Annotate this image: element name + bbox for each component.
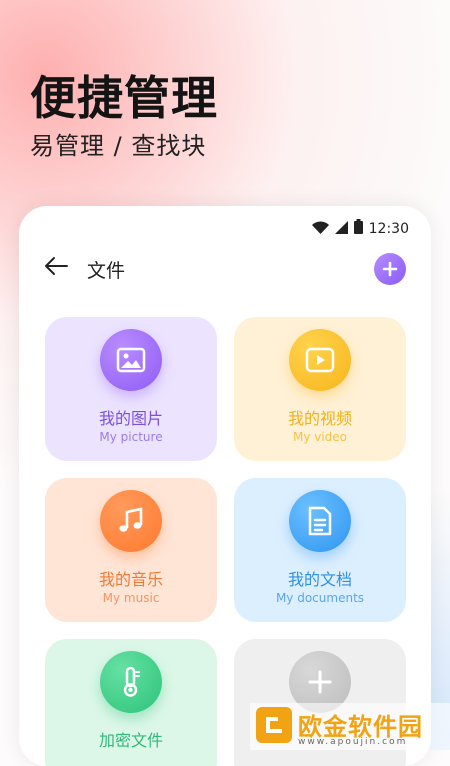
page-title: 文件: [87, 260, 126, 282]
category-label-cn: 我的图片: [98, 409, 163, 428]
play-icon: [289, 329, 351, 391]
hero-headline: 便捷管理: [30, 71, 218, 125]
category-label-cn: 我的视频: [287, 409, 352, 428]
status-time: 12:30: [368, 220, 409, 237]
category-label-en: My documents: [275, 591, 365, 605]
watermark: 欧金软件园 www.apoujin.com: [250, 703, 450, 750]
category-card-video[interactable]: 我的视频 My video: [234, 317, 406, 461]
battery-icon: [353, 219, 363, 238]
signal-icon: [334, 219, 348, 238]
status-bar: 12:30: [311, 219, 409, 238]
watermark-logo-icon: [256, 707, 292, 743]
add-button[interactable]: [374, 253, 406, 285]
category-card-documents[interactable]: 我的文档 My documents: [234, 478, 406, 622]
category-card-encrypted[interactable]: 加密文件: [45, 639, 217, 766]
category-card-picture[interactable]: 我的图片 My picture: [45, 317, 217, 461]
category-label-cn: 我的文档: [287, 570, 352, 589]
arrow-left-icon[interactable]: [43, 256, 69, 280]
phone-frame: 12:30 文件 我的图片 My picture 我的视频 My video 我…: [19, 206, 431, 766]
top-bar: 文件: [19, 250, 431, 290]
thermometer-lock-icon: [100, 651, 162, 713]
wifi-icon: [311, 219, 329, 238]
category-label-cn: 加密文件: [98, 731, 163, 750]
plus-icon: [382, 261, 398, 277]
image-icon: [100, 329, 162, 391]
category-label-en: My picture: [99, 430, 163, 444]
category-label-cn: 我的音乐: [98, 570, 163, 589]
hero-subline: 易管理 / 查找块: [30, 132, 207, 160]
category-label-en: My video: [292, 430, 348, 444]
watermark-url: www.apoujin.com: [298, 737, 408, 747]
document-icon: [289, 490, 351, 552]
music-note-icon: [100, 490, 162, 552]
category-card-music[interactable]: 我的音乐 My music: [45, 478, 217, 622]
category-label-en: My music: [102, 591, 160, 605]
